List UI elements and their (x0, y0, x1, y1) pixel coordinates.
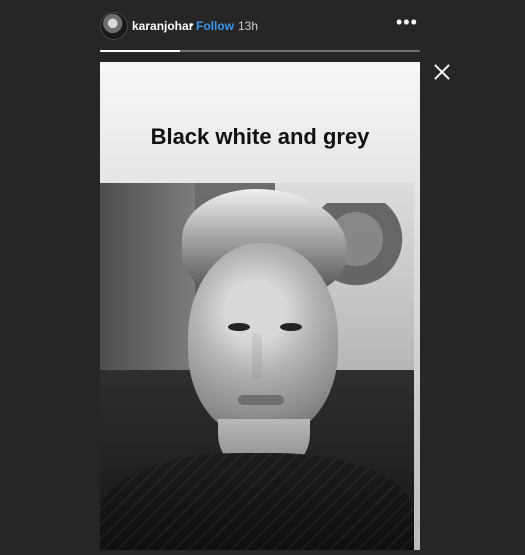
avatar[interactable] (100, 12, 128, 40)
story-header: karanjohar • Follow 13h ••• (100, 12, 420, 40)
photo-shirt (100, 453, 414, 550)
username[interactable]: karanjohar (132, 19, 193, 33)
photo-left-eye (228, 323, 250, 331)
close-icon[interactable] (432, 62, 452, 82)
more-options-icon[interactable]: ••• (396, 12, 417, 38)
story-caption: Black white and grey (150, 124, 370, 149)
story-progress-fill (100, 50, 180, 52)
separator-dot: • (189, 18, 194, 32)
follow-button[interactable]: Follow (196, 19, 234, 33)
photo-right-eye (280, 323, 302, 331)
photo-nose (252, 333, 262, 379)
story-progress-bar (100, 50, 420, 52)
story-photo (100, 183, 414, 550)
photo-face (188, 243, 338, 438)
timestamp: 13h (238, 19, 259, 33)
photo-mouth (238, 395, 284, 405)
story-card[interactable]: Black white and grey (100, 62, 420, 550)
